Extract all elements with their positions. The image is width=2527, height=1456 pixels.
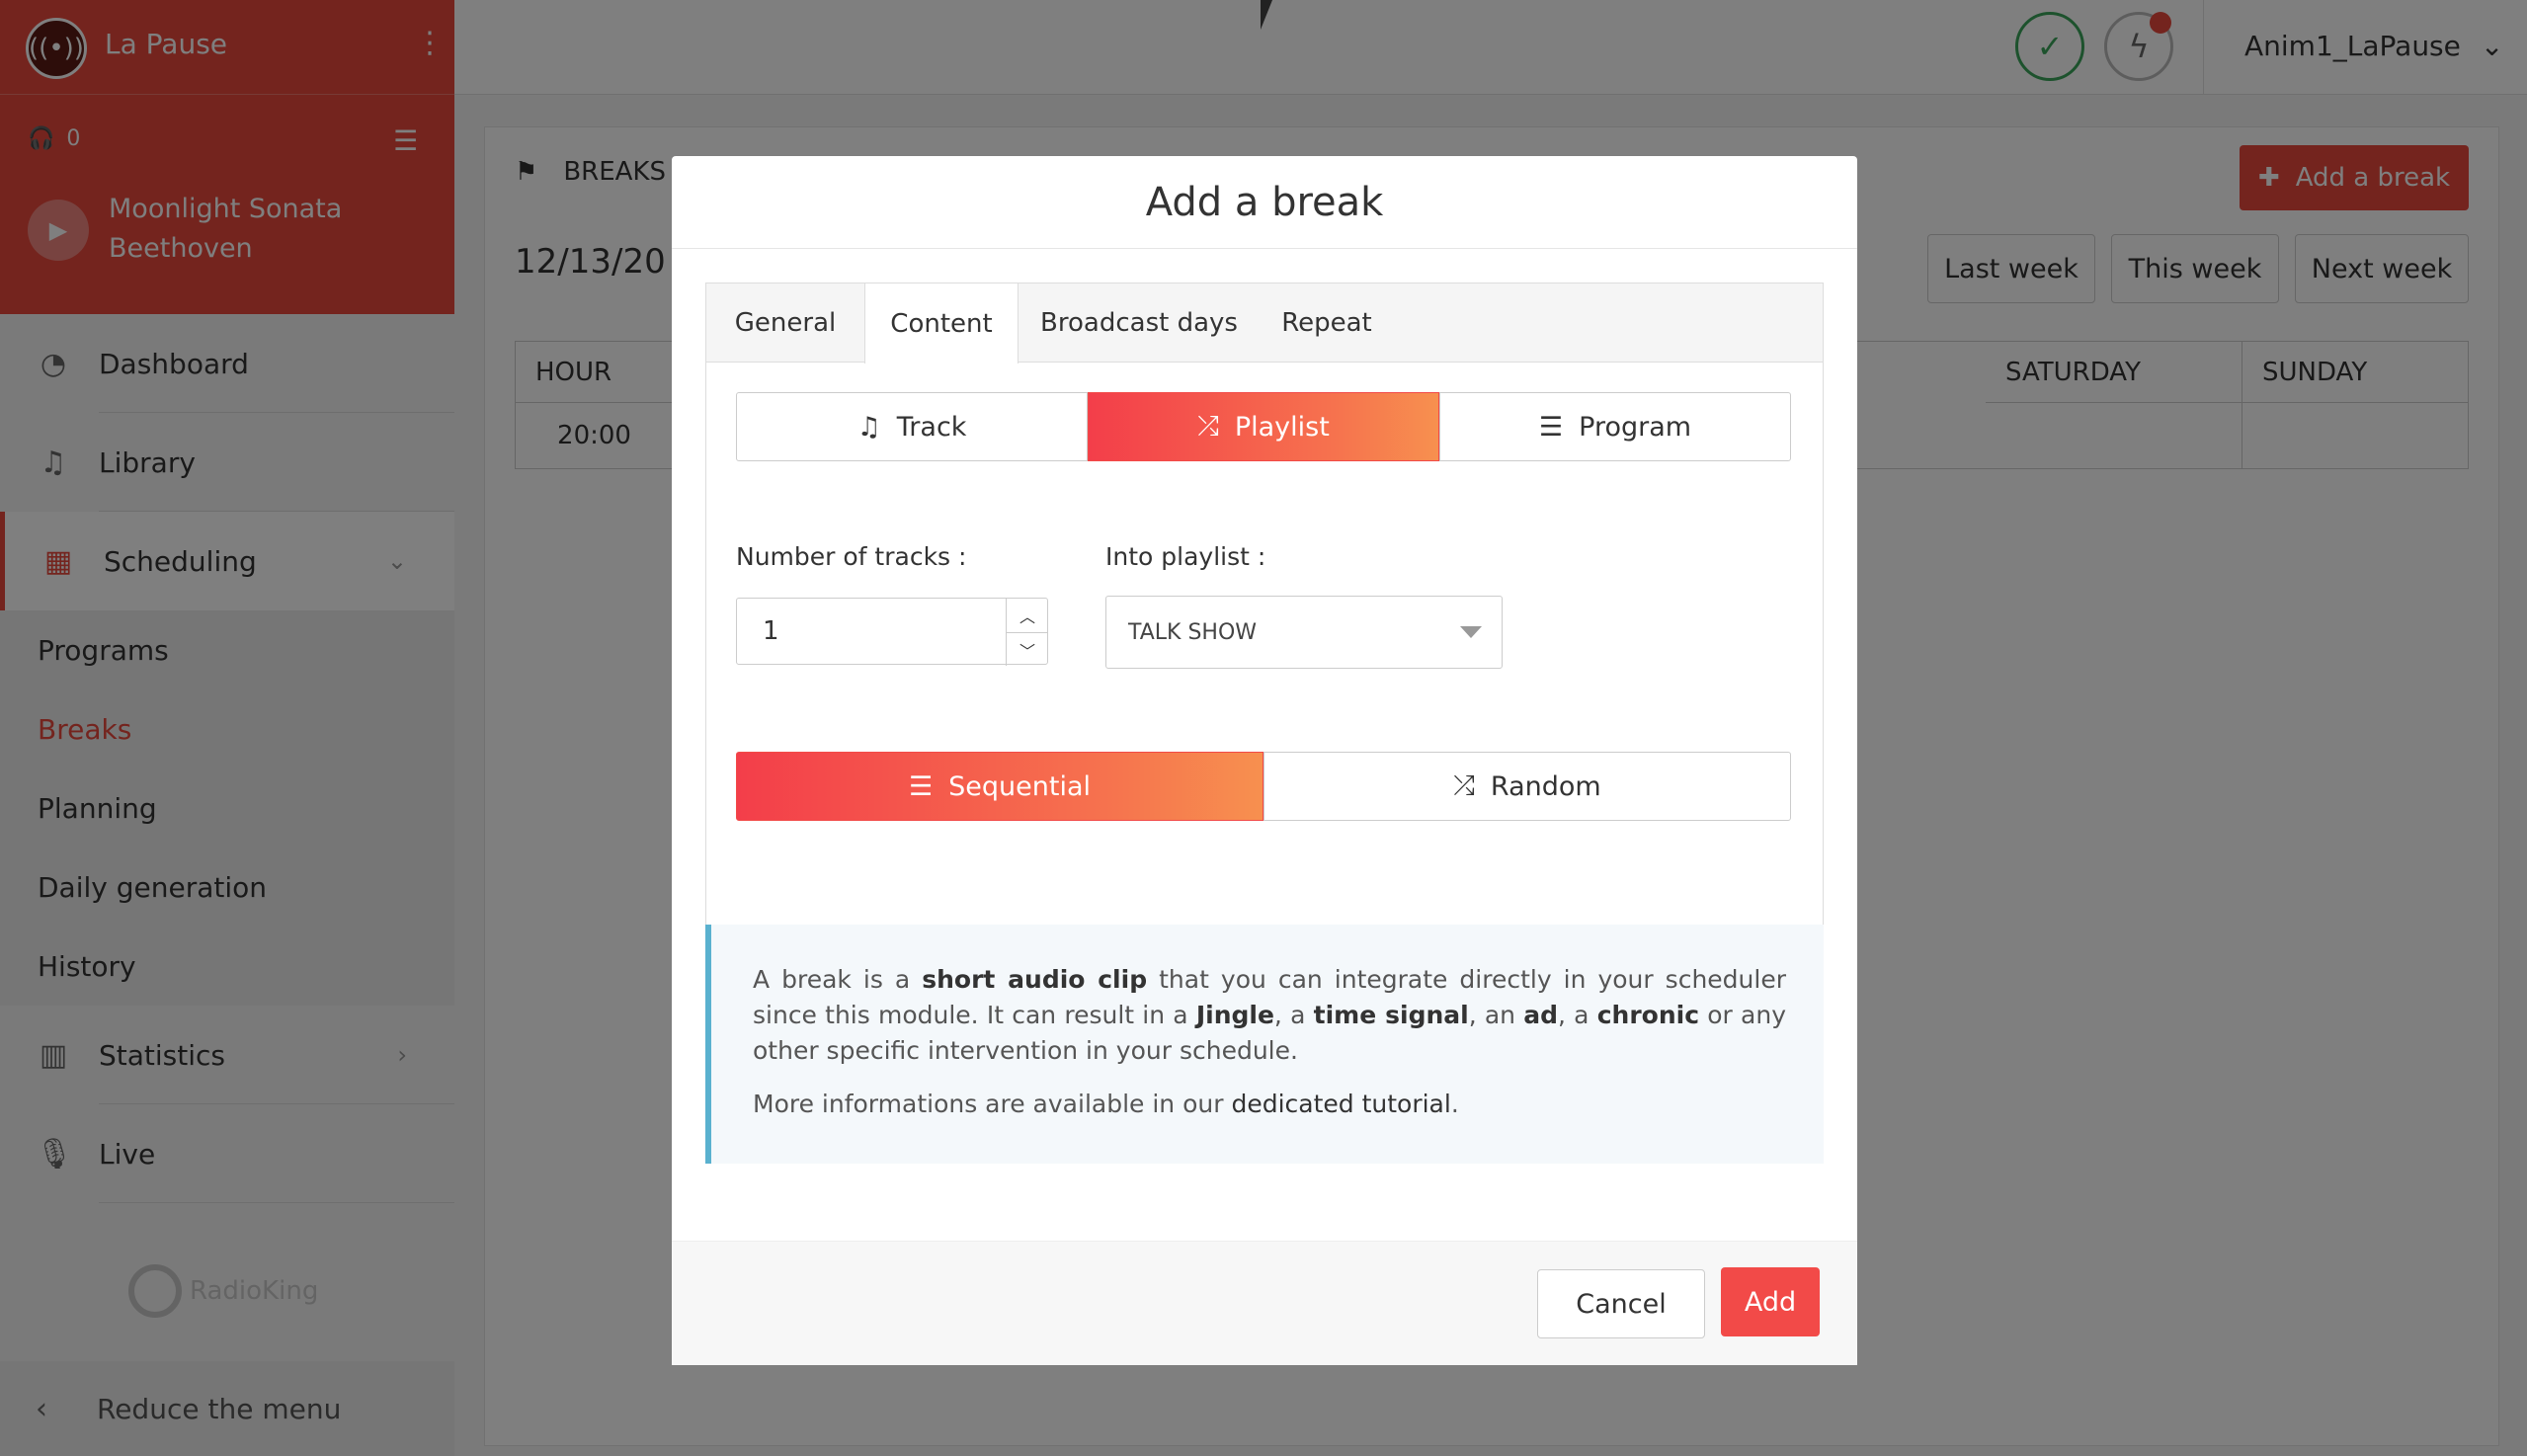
add-break-modal: Add a break General Content Broadcast da…: [672, 156, 1857, 1365]
sequential-label: Sequential: [948, 770, 1092, 802]
increment-button[interactable]: ︿: [1007, 599, 1048, 632]
content-type-program-button[interactable]: ☰ Program: [1439, 392, 1791, 461]
decrement-button[interactable]: ﹀: [1007, 632, 1048, 666]
info-emphasis: chronic: [1596, 1001, 1700, 1029]
list-icon: ☰: [1538, 411, 1564, 443]
info-emphasis: Jingle: [1195, 1001, 1274, 1029]
info-text: , a: [1558, 1001, 1597, 1029]
info-paragraph: More informations are available in our d…: [753, 1087, 1786, 1122]
info-emphasis: ad: [1523, 1001, 1559, 1029]
order-random-button[interactable]: ⤮ Random: [1264, 752, 1791, 821]
info-text: More informations are available in our: [753, 1090, 1232, 1118]
info-text: , an: [1468, 1001, 1524, 1029]
playlist-select-value: TALK SHOW: [1128, 620, 1258, 645]
info-text: A break is a: [753, 965, 923, 994]
tutorial-link[interactable]: dedicated tutorial: [1231, 1090, 1450, 1118]
tab-content[interactable]: Content: [864, 283, 1019, 364]
list-icon: ☰: [908, 770, 934, 802]
program-label: Program: [1579, 411, 1692, 443]
content-type-playlist-button[interactable]: ⤮ Playlist: [1088, 392, 1439, 461]
tab-general[interactable]: General: [706, 283, 864, 363]
tab-broadcast-days[interactable]: Broadcast days: [1019, 283, 1260, 363]
info-callout: A break is a short audio clip that you c…: [705, 925, 1824, 1164]
info-emphasis: short audio clip: [922, 965, 1148, 994]
random-label: Random: [1490, 770, 1601, 802]
caret-down-icon: [1460, 626, 1482, 638]
tab-repeat[interactable]: Repeat: [1260, 283, 1394, 363]
playlist-select[interactable]: TALK SHOW: [1105, 596, 1503, 669]
info-text: , a: [1273, 1001, 1314, 1029]
number-of-tracks-label: Number of tracks :: [736, 542, 967, 571]
stepper-controls: ︿ ﹀: [1006, 599, 1048, 666]
order-sequential-button[interactable]: ☰ Sequential: [736, 752, 1264, 821]
track-label: Track: [896, 411, 967, 443]
modal-footer: Cancel Add: [672, 1241, 1857, 1365]
into-playlist-label: Into playlist :: [1105, 542, 1266, 571]
tab-bar: General Content Broadcast days Repeat: [706, 283, 1823, 364]
music-note-icon: ♫: [856, 411, 881, 443]
info-emphasis: time signal: [1313, 1001, 1469, 1029]
shuffle-icon: ⤮: [1453, 770, 1475, 801]
modal-header: Add a break: [672, 156, 1857, 249]
shuffle-icon: ⤮: [1197, 411, 1219, 442]
mouse-cursor-icon: [1261, 0, 1272, 30]
content-type-track-button[interactable]: ♫ Track: [736, 392, 1088, 461]
add-button[interactable]: Add: [1721, 1267, 1820, 1336]
info-paragraph: A break is a short audio clip that you c…: [753, 962, 1786, 1069]
number-of-tracks-value: 1: [763, 616, 779, 646]
playlist-label: Playlist: [1234, 411, 1330, 443]
modal-title: Add a break: [1145, 179, 1384, 225]
info-text: .: [1450, 1090, 1459, 1118]
number-of-tracks-stepper[interactable]: 1 ︿ ﹀: [736, 598, 1048, 666]
cancel-button[interactable]: Cancel: [1537, 1269, 1705, 1338]
